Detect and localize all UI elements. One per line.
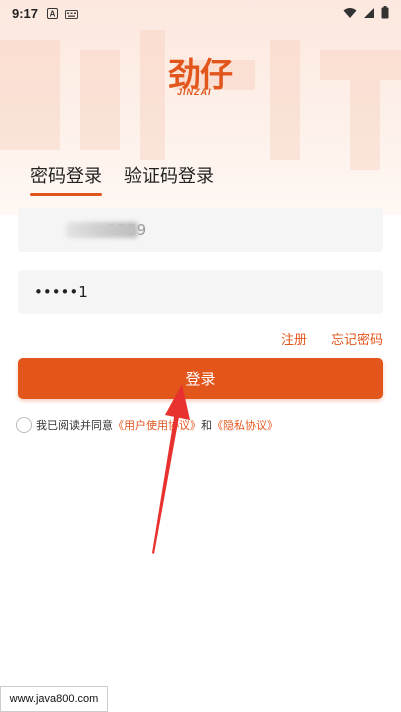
status-time: 9:17 <box>12 5 39 21</box>
agreement-conjunction: 和 <box>201 419 212 432</box>
site-watermark: www.java800.com <box>0 686 108 712</box>
svg-text:A: A <box>50 9 56 18</box>
signal-icon <box>363 4 375 23</box>
annotation-arrow <box>152 384 190 554</box>
agreement-checkbox[interactable] <box>16 417 32 433</box>
logo-sub-text: JINZAI <box>177 87 212 97</box>
phone-field[interactable] <box>18 208 383 252</box>
user-agreement-link[interactable]: 《用户使用协议》 <box>113 417 201 433</box>
password-input[interactable] <box>34 283 367 301</box>
keyboard-icon <box>65 4 79 23</box>
status-bar: 9:17 A <box>0 0 401 26</box>
agreement-row: 我已阅读并同意 《用户使用协议》 和 《隐私协议》 <box>16 417 278 433</box>
login-tabs: 密码登录 验证码登录 <box>30 162 214 196</box>
battery-icon <box>381 4 389 23</box>
register-link[interactable]: 注册 <box>281 329 307 348</box>
password-field[interactable] <box>18 270 383 314</box>
tab-code-login[interactable]: 验证码登录 <box>124 162 214 196</box>
brand-logo: 劲仔 JINZAI <box>150 48 250 104</box>
forgot-password-link[interactable]: 忘记密码 <box>331 329 383 348</box>
wifi-icon <box>343 4 357 23</box>
privacy-agreement-link[interactable]: 《隐私协议》 <box>212 417 278 433</box>
tab-password-login[interactable]: 密码登录 <box>30 162 102 196</box>
login-screen: 9:17 A 劲仔 JINZAI 密码登录 验证码登录 1359 •••••1 … <box>0 0 401 712</box>
account-links: 注册 忘记密码 <box>281 329 383 348</box>
login-button[interactable]: 登录 <box>18 358 383 399</box>
agreement-prefix: 我已阅读并同意 <box>36 419 113 432</box>
redacted-number <box>66 222 138 238</box>
a-badge-icon: A <box>47 4 59 23</box>
